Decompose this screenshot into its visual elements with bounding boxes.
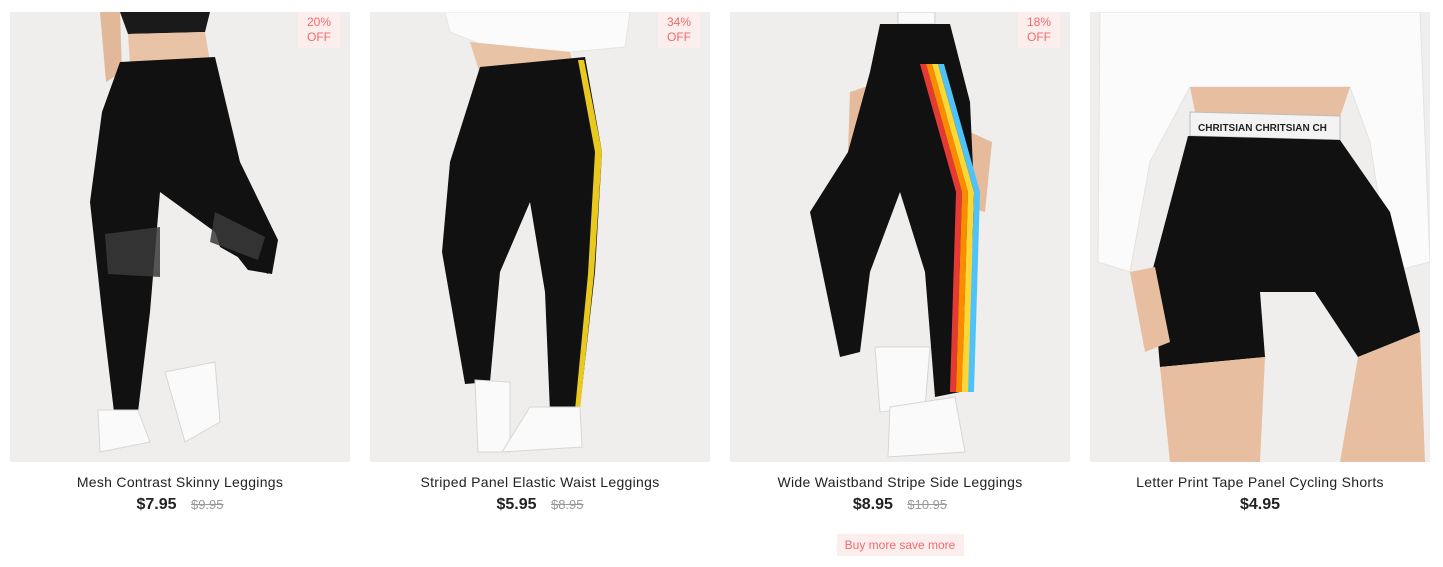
current-price: $8.95 — [852, 496, 893, 513]
product-title[interactable]: Mesh Contrast Skinny Leggings — [10, 474, 350, 490]
product-title[interactable]: Wide Waistband Stripe Side Leggings — [730, 474, 1070, 490]
current-price: $4.95 — [1239, 496, 1281, 513]
discount-percent: 20% — [306, 15, 332, 29]
original-price: $10.95 — [907, 497, 948, 512]
product-image[interactable]: 20% OFF — [10, 12, 350, 462]
product-title[interactable]: Letter Print Tape Panel Cycling Shorts — [1090, 474, 1430, 490]
current-price: $5.95 — [496, 496, 537, 513]
discount-badge: 34% OFF — [658, 12, 700, 48]
product-image[interactable]: 18% OFF — [730, 12, 1070, 462]
product-card: 34% OFF Striped Panel Elastic Waist Legg… — [370, 12, 710, 514]
product-card: 18% OFF Wide Waistband Stripe Side Leggi… — [730, 12, 1070, 556]
original-price: $8.95 — [550, 497, 584, 512]
current-price: $7.95 — [136, 496, 177, 513]
price-row: $8.95 $10.95 — [730, 496, 1070, 514]
discount-off-label: OFF — [1027, 30, 1051, 44]
discount-percent: 34% — [666, 15, 692, 29]
buy-more-save-more-tag[interactable]: Buy more save more — [836, 534, 964, 556]
product-image[interactable]: 34% OFF — [370, 12, 710, 462]
shorts-photo: CHRITSIAN CHRITSIAN CH — [1090, 12, 1430, 462]
discount-badge: 18% OFF — [1018, 12, 1060, 48]
product-title[interactable]: Striped Panel Elastic Waist Leggings — [370, 474, 710, 490]
price-row: $4.95 — [1090, 496, 1430, 514]
discount-off-label: OFF — [667, 30, 691, 44]
leggings-photo — [370, 12, 710, 462]
discount-badge: 20% OFF — [298, 12, 340, 48]
product-card: 20% OFF Mesh Contrast Skinny Leggings $7… — [10, 12, 350, 514]
leggings-photo — [730, 12, 1070, 462]
price-row: $7.95 $9.95 — [10, 496, 350, 514]
product-card: CHRITSIAN CHRITSIAN CH Letter Print Tape… — [1090, 12, 1430, 514]
leggings-photo — [10, 12, 350, 462]
original-price: $9.95 — [190, 497, 224, 512]
discount-off-label: OFF — [307, 30, 331, 44]
product-image[interactable]: CHRITSIAN CHRITSIAN CH — [1090, 12, 1430, 462]
discount-percent: 18% — [1026, 15, 1052, 29]
product-grid: 20% OFF Mesh Contrast Skinny Leggings $7… — [0, 0, 1443, 567]
price-row: $5.95 $8.95 — [370, 496, 710, 514]
waistband-print: CHRITSIAN CHRITSIAN CH — [1198, 123, 1327, 134]
